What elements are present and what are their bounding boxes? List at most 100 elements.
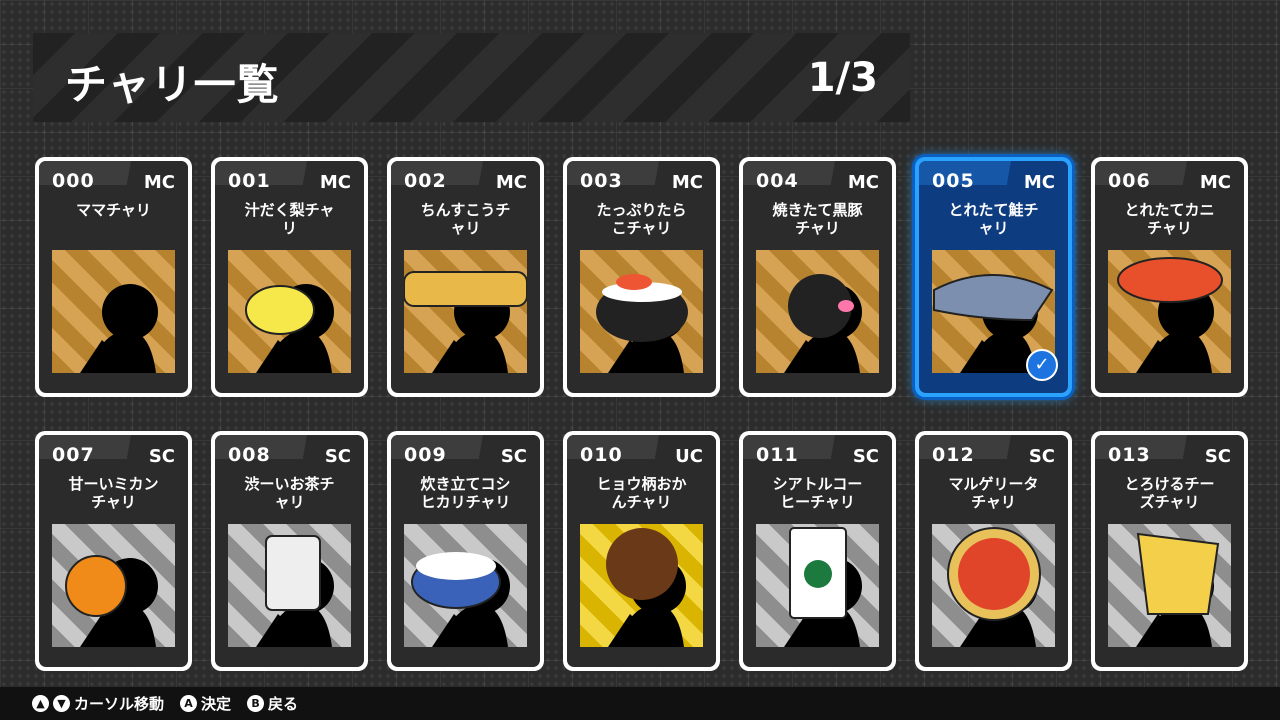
chari-card-005[interactable]: 005 MC とれたて鮭チ ャリ ✓	[915, 157, 1072, 397]
card-number: 012	[932, 444, 975, 466]
card-number: 011	[756, 444, 799, 466]
card-number: 006	[1108, 170, 1151, 192]
chari-card-002[interactable]: 002 MC ちんすこうチ ャリ	[387, 157, 544, 397]
card-thumbnail	[404, 250, 527, 373]
card-number: 004	[756, 170, 799, 192]
card-number: 010	[580, 444, 623, 466]
card-number: 009	[404, 444, 447, 466]
card-name: とれたてカニ チャリ	[1124, 201, 1215, 237]
card-rarity: MC	[1199, 172, 1231, 193]
card-rarity: MC	[671, 172, 703, 193]
card-number: 002	[404, 170, 447, 192]
card-rarity: SC	[1204, 446, 1231, 467]
a-button-icon: A	[180, 695, 198, 712]
card-body: 005 MC とれたて鮭チ ャリ ✓	[919, 161, 1068, 393]
card-thumbnail	[404, 524, 527, 647]
card-number: 008	[228, 444, 271, 466]
card-body: 012 SC マルゲリータ チャリ	[919, 435, 1068, 667]
coffee-cup-head-icon	[784, 527, 862, 647]
card-number: 001	[228, 170, 271, 192]
page-indicator: 1/3	[807, 55, 878, 101]
card-thumbnail	[228, 524, 351, 647]
card-name: 汁だく梨チャ リ	[244, 201, 335, 237]
card-name: マルゲリータ チャリ	[948, 475, 1039, 511]
card-number: 000	[52, 170, 95, 192]
card-body: 009 SC 炊き立てコシ ヒカリチャリ	[391, 435, 540, 667]
check-icon: ✓	[1026, 349, 1058, 381]
leopard-lady-head-icon	[606, 528, 686, 647]
card-thumbnail	[1108, 250, 1231, 373]
card-name: とれたて鮭チ ャリ	[948, 201, 1039, 237]
card-rarity: MC	[319, 172, 351, 193]
back-label: 戻る	[268, 695, 299, 713]
card-rarity: SC	[148, 446, 175, 467]
card-rarity: MC	[1023, 172, 1055, 193]
card-name: 甘ーいミカン チャリ	[68, 475, 159, 511]
page-title: チャリ一覧	[65, 60, 280, 109]
confirm-label: 決定	[201, 695, 232, 713]
card-name: 焼きたて黒豚 チャリ	[772, 201, 863, 237]
chari-card-013[interactable]: 013 SC とろけるチー ズチャリ	[1091, 431, 1248, 671]
card-thumbnail	[1108, 524, 1231, 647]
hint-confirm: A 決定	[180, 693, 231, 714]
card-number: 007	[52, 444, 95, 466]
card-rarity: MC	[495, 172, 527, 193]
chari-card-007[interactable]: 007 SC 甘ーいミカン チャリ	[35, 431, 192, 671]
card-rarity: SC	[852, 446, 879, 467]
card-name: たっぷりたら こチャリ	[596, 201, 687, 237]
chari-card-000[interactable]: 000 MC ママチャリ	[35, 157, 192, 397]
card-name: 渋ーいお茶チ ャリ	[244, 475, 335, 511]
card-name: とろけるチー ズチャリ	[1124, 475, 1215, 511]
card-body: 000 MC ママチャリ	[39, 161, 188, 393]
down-button-icon: ▼	[53, 695, 70, 712]
chari-card-003[interactable]: 003 MC たっぷりたら こチャリ	[563, 157, 720, 397]
chari-card-004[interactable]: 004 MC 焼きたて黒豚 チャリ	[739, 157, 896, 397]
card-body: 008 SC 渋ーいお茶チ ャリ	[215, 435, 364, 667]
chari-card-001[interactable]: 001 MC 汁だく梨チャ リ	[211, 157, 368, 397]
chari-card-010[interactable]: 010 UC ヒョウ柄おか んチャリ	[563, 431, 720, 671]
chari-card-009[interactable]: 009 SC 炊き立てコシ ヒカリチャリ	[387, 431, 544, 671]
chari-card-011[interactable]: 011 SC シアトルコー ヒーチャリ	[739, 431, 896, 671]
crab-head-icon	[1117, 257, 1223, 373]
chari-card-012[interactable]: 012 SC マルゲリータ チャリ	[915, 431, 1072, 671]
pizza-head-icon	[947, 527, 1041, 647]
card-thumbnail	[932, 524, 1055, 647]
card-thumbnail	[228, 250, 351, 373]
chinsuko-head-icon	[404, 271, 527, 373]
black-pig-head-icon	[784, 274, 862, 373]
card-name: ママチャリ	[76, 201, 151, 219]
card-thumbnail	[52, 250, 175, 373]
chari-card-006[interactable]: 006 MC とれたてカニ チャリ	[1091, 157, 1248, 397]
card-number: 003	[580, 170, 623, 192]
card-thumbnail	[580, 524, 703, 647]
card-body: 007 SC 甘ーいミカン チャリ	[39, 435, 188, 667]
card-name: ちんすこうチ ャリ	[420, 201, 511, 237]
card-body: 003 MC たっぷりたら こチャリ	[567, 161, 716, 393]
chari-card-008[interactable]: 008 SC 渋ーいお茶チ ャリ	[211, 431, 368, 671]
controls-hint-bar: ▲ ▼ カーソル移動 A 決定 B 戻る	[0, 687, 1280, 720]
pear-head-icon	[245, 284, 334, 373]
up-button-icon: ▲	[32, 695, 49, 712]
card-rarity: SC	[1028, 446, 1055, 467]
cheese-head-icon	[1136, 532, 1220, 647]
card-name: 炊き立てコシ ヒカリチャリ	[420, 475, 511, 511]
card-thumbnail	[756, 250, 879, 373]
card-number: 013	[1108, 444, 1151, 466]
tarako-bowl-head-icon	[596, 274, 688, 373]
card-body: 001 MC 汁だく梨チャ リ	[215, 161, 364, 393]
rice-bowl-head-icon	[411, 552, 510, 647]
card-body: 010 UC ヒョウ柄おか んチャリ	[567, 435, 716, 667]
hint-cursor: ▲ ▼ カーソル移動	[32, 693, 164, 714]
mikan-head-icon	[65, 555, 158, 647]
card-name: ヒョウ柄おか んチャリ	[596, 475, 687, 511]
card-number: 005	[932, 170, 975, 192]
cursor-label: カーソル移動	[74, 695, 165, 713]
card-body: 004 MC 焼きたて黒豚 チャリ	[743, 161, 892, 393]
card-rarity: SC	[500, 446, 527, 467]
header-bar: チャリ一覧 1/3	[33, 33, 910, 122]
plain-silhouette-icon	[80, 284, 158, 373]
b-button-icon: B	[247, 695, 265, 712]
card-rarity: SC	[324, 446, 351, 467]
card-rarity: MC	[143, 172, 175, 193]
card-rarity: MC	[847, 172, 879, 193]
